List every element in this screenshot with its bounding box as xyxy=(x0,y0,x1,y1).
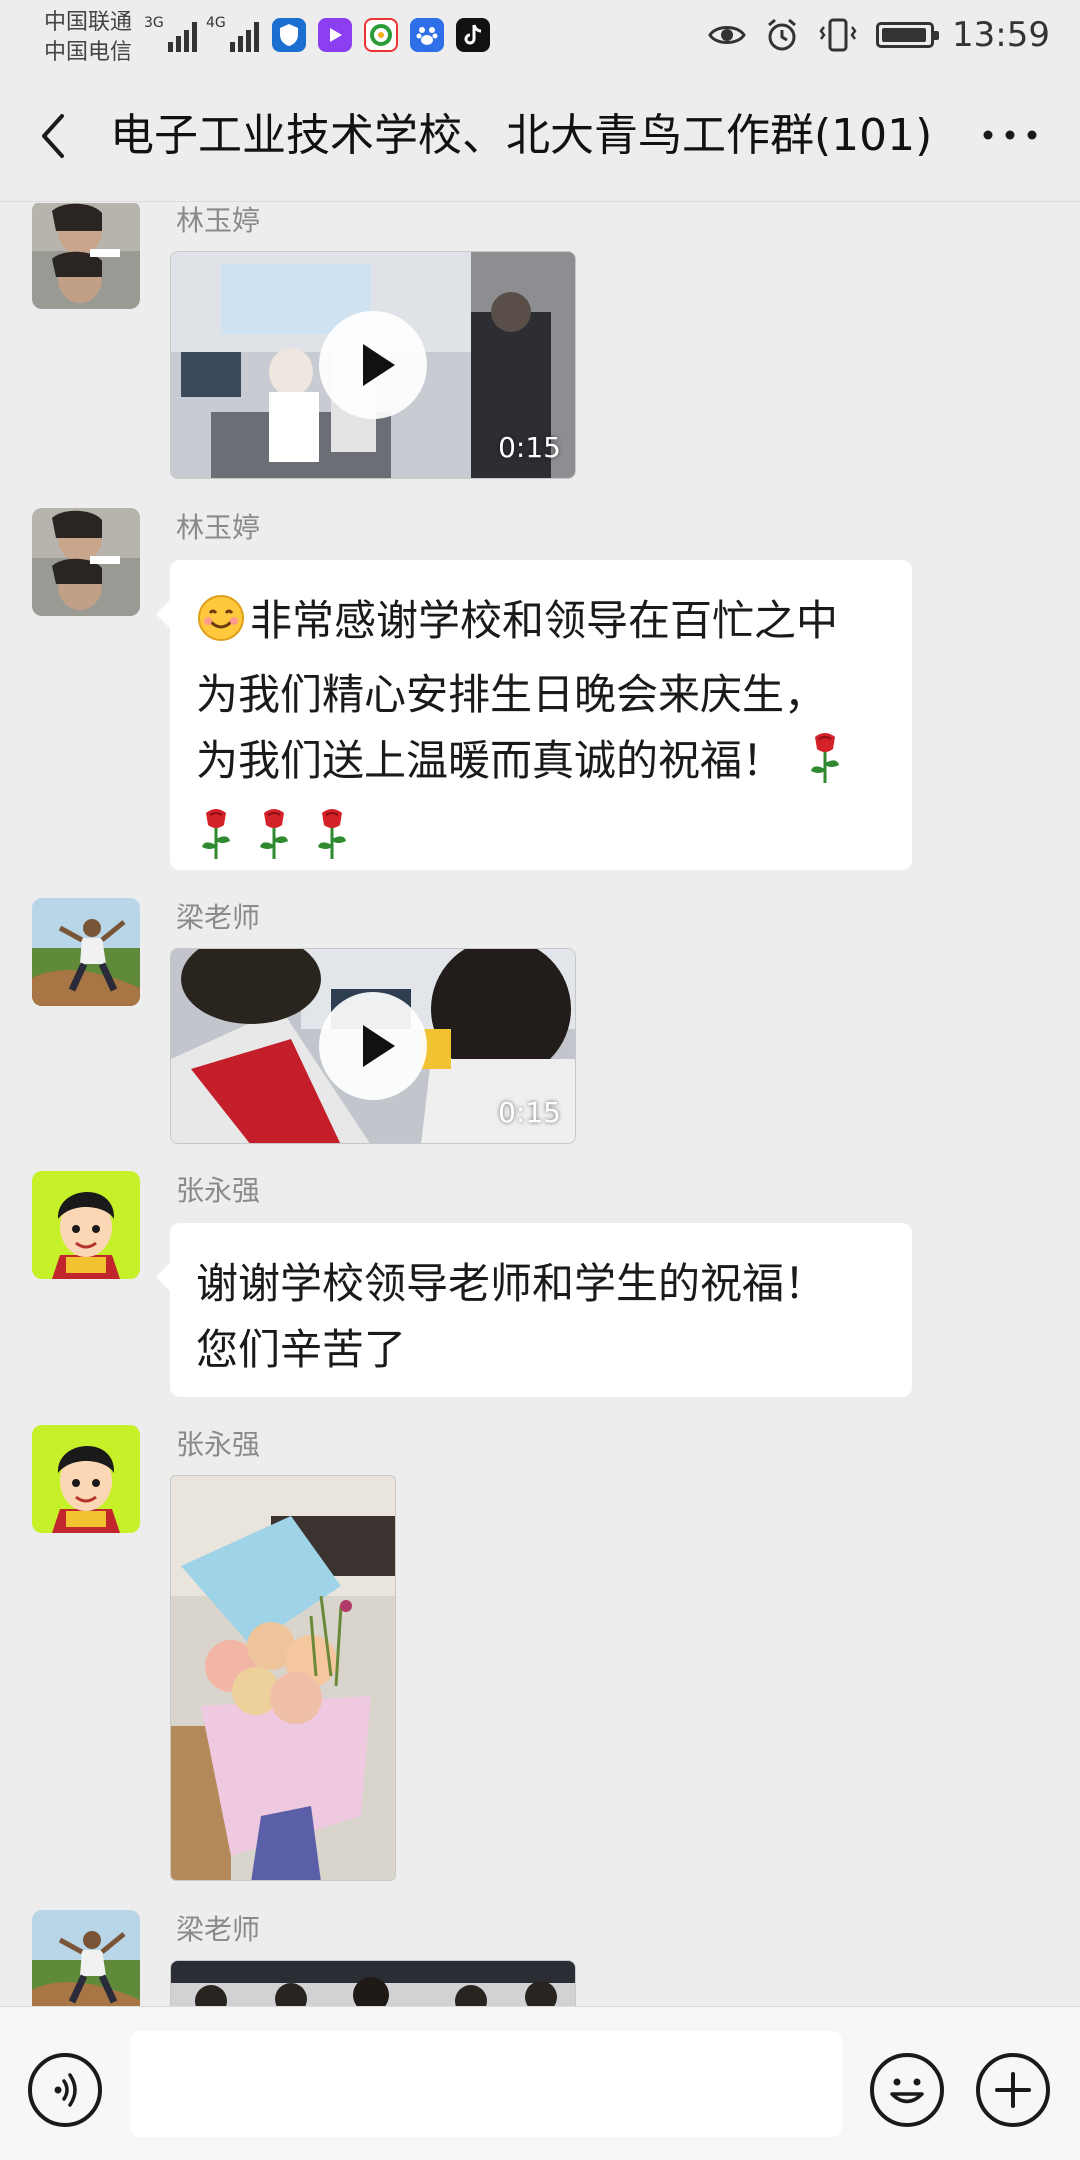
input-bar xyxy=(0,2006,1080,2160)
chat-messages[interactable]: 林玉婷 0:15 林玉婷 非常感谢学校和领导在百忙之中 为我们精心安排生日晚会来… xyxy=(0,203,1080,2006)
message-text: 为我们送上温暖而真诚的祝福！ xyxy=(196,736,785,785)
shield-app-icon xyxy=(272,18,306,52)
battery-icon xyxy=(876,22,940,48)
smile-emoji-icon xyxy=(196,593,246,662)
video-message[interactable]: 0:15 xyxy=(170,251,576,479)
message-line: 谢谢学校领导老师和学生的祝福！ xyxy=(196,1259,827,1308)
signal-3g-icon: 3G xyxy=(144,16,197,52)
avatar[interactable] xyxy=(32,898,140,1006)
message-item: 张永强 谢谢学校领导老师和学生的祝福！ 您们辛苦了 xyxy=(0,1171,1080,1397)
more-button[interactable] xyxy=(980,120,1040,150)
eye-icon xyxy=(708,26,746,44)
avatar[interactable] xyxy=(32,203,140,309)
rose-emoji-icon xyxy=(254,805,294,880)
plus-button[interactable] xyxy=(976,2053,1050,2127)
plus-icon xyxy=(995,2072,1031,2108)
rose-emoji-icon xyxy=(196,805,236,880)
emoji-icon xyxy=(890,2078,924,2104)
emoji-button[interactable] xyxy=(870,2053,944,2127)
alarm-icon xyxy=(768,18,796,51)
message-item: 林玉婷 非常感谢学校和领导在百忙之中 为我们精心安排生日晚会来庆生， 为我们送上… xyxy=(0,508,1080,870)
chat-title: 电子工业技术学校、北大青鸟工作群(101) xyxy=(110,110,933,161)
message-line: 您们辛苦了 xyxy=(196,1325,407,1374)
vibrate-icon xyxy=(819,18,857,52)
text-message-bubble[interactable]: 非常感谢学校和领导在百忙之中 为我们精心安排生日晚会来庆生， 为我们送上温暖而真… xyxy=(156,560,912,870)
status-bar: 中国联通 中国电信 3G 4G 13:59 xyxy=(0,0,1080,70)
signal-4g-icon: 4G xyxy=(206,16,259,52)
voice-button[interactable] xyxy=(28,2053,102,2127)
avatar[interactable] xyxy=(32,1425,140,1533)
chevron-left-icon xyxy=(42,114,64,158)
baidu-app-icon xyxy=(410,18,444,52)
carrier-1: 中国联通 xyxy=(44,10,133,35)
message-item: 林玉婷 0:15 xyxy=(0,203,1080,481)
carrier-labels: 中国联通 中国电信 xyxy=(44,8,132,68)
tiktok-app-icon xyxy=(456,18,490,52)
message-item: 张永强 xyxy=(0,1425,1080,1895)
rose-emoji-icon xyxy=(312,805,352,880)
status-time: 13:59 xyxy=(952,15,1050,55)
video-message[interactable] xyxy=(170,1960,576,2006)
browser-app-icon xyxy=(364,18,398,52)
message-line: 为我们送上温暖而真诚的祝福！ xyxy=(196,728,886,804)
sender-name: 林玉婷 xyxy=(176,511,261,544)
avatar[interactable] xyxy=(32,1171,140,1279)
chat-header: 电子工业技术学校、北大青鸟工作群(101) xyxy=(0,70,1080,202)
message-item: 梁老师 0:15 xyxy=(0,898,1080,1148)
message-item: 梁老师 xyxy=(0,1910,1080,2006)
video-duration: 0:15 xyxy=(498,431,561,464)
message-text: 非常感谢学校和领导在百忙之中 xyxy=(250,596,839,645)
sender-name: 张永强 xyxy=(176,1428,261,1461)
avatar[interactable] xyxy=(32,1910,140,2006)
signal-4g-tag: 4G xyxy=(206,15,226,31)
image-message[interactable] xyxy=(170,1475,396,1881)
message-line xyxy=(196,804,886,880)
status-right-group: 13:59 xyxy=(708,12,1050,58)
voice-icon xyxy=(54,2073,77,2107)
video-duration: 0:15 xyxy=(498,1096,561,1129)
more-dots-icon xyxy=(983,130,1037,140)
play-button[interactable] xyxy=(319,992,427,1100)
rose-emoji-icon xyxy=(805,729,845,804)
carrier-2: 中国电信 xyxy=(44,40,133,65)
sender-name: 梁老师 xyxy=(176,1913,261,1946)
message-line: 非常感谢学校和领导在百忙之中 xyxy=(196,588,886,662)
text-message-bubble[interactable]: 谢谢学校领导老师和学生的祝福！ 您们辛苦了 xyxy=(156,1223,912,1397)
sender-name: 梁老师 xyxy=(176,901,261,934)
play-button[interactable] xyxy=(319,311,427,419)
video-app-icon xyxy=(318,18,352,52)
signal-3g-tag: 3G xyxy=(144,15,164,31)
avatar[interactable] xyxy=(32,508,140,616)
message-input[interactable] xyxy=(130,2031,842,2137)
sender-name: 张永强 xyxy=(176,1174,261,1207)
video-message[interactable]: 0:15 xyxy=(170,948,576,1144)
message-line: 为我们精心安排生日晚会来庆生， xyxy=(196,670,827,719)
back-button[interactable] xyxy=(30,106,80,166)
sender-name: 林玉婷 xyxy=(176,204,261,237)
